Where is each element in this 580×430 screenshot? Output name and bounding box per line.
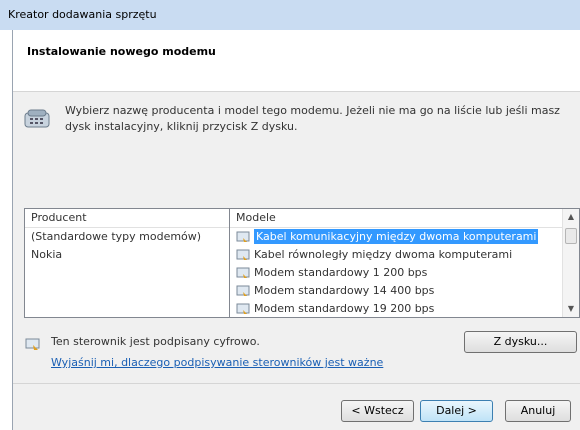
model-item[interactable]: Kabel komunikacyjny między dwoma kompute… xyxy=(230,228,579,246)
scroll-thumb[interactable] xyxy=(565,228,577,244)
wizard-window: Instalowanie nowego modemu Wybierz nazwę… xyxy=(12,30,580,430)
driver-signed-text: Ten sterownik jest podpisany cyfrowo. xyxy=(51,335,260,348)
next-button[interactable]: Dalej > xyxy=(420,400,493,422)
manufacturer-item[interactable]: Nokia xyxy=(25,246,229,264)
model-list-scrollbar[interactable]: ▲ ▼ xyxy=(562,209,579,317)
model-icon xyxy=(236,267,250,278)
scroll-up-arrow-icon[interactable]: ▲ xyxy=(563,209,579,225)
modem-phone-icon xyxy=(24,109,50,128)
model-item[interactable]: Modem standardowy 14 400 bps xyxy=(230,282,579,300)
model-list-header: Modele xyxy=(230,209,562,228)
back-button[interactable]: < Wstecz xyxy=(341,400,414,422)
have-disk-button[interactable]: Z dysku... xyxy=(464,331,577,353)
intro-text: Wybierz nazwę producenta i model tego mo… xyxy=(65,104,560,133)
scroll-down-arrow-icon[interactable]: ▼ xyxy=(563,301,579,317)
driver-signing-link[interactable]: Wyjaśnij mi, dlaczego podpisywanie stero… xyxy=(51,356,383,369)
model-item[interactable]: Kabel równoległy między dwoma komputeram… xyxy=(230,246,579,264)
footer-separator xyxy=(13,383,580,384)
manufacturer-list[interactable]: Producent (Standardowe typy modemów) Nok… xyxy=(24,208,230,318)
page-title: Instalowanie nowego modemu xyxy=(27,45,216,58)
cancel-button[interactable]: Anuluj xyxy=(505,400,571,422)
model-icon xyxy=(236,303,250,314)
model-item[interactable]: Modem standardowy 1 200 bps xyxy=(230,264,579,282)
model-icon xyxy=(236,231,250,242)
title-bar: Kreator dodawania sprzętu xyxy=(0,0,580,30)
model-item[interactable]: Modem standardowy 19 200 bps xyxy=(230,300,579,317)
model-list[interactable]: Modele Kabel komunikacyjny między dwoma … xyxy=(229,208,580,318)
signed-driver-icon xyxy=(25,338,40,350)
model-icon xyxy=(236,285,250,296)
manufacturer-list-header: Producent xyxy=(25,209,229,228)
wizard-header: Instalowanie nowego modemu xyxy=(13,30,580,92)
window-title: Kreator dodawania sprzętu xyxy=(8,8,157,21)
manufacturer-item[interactable]: (Standardowe typy modemów) xyxy=(25,228,229,246)
model-icon xyxy=(236,249,250,260)
